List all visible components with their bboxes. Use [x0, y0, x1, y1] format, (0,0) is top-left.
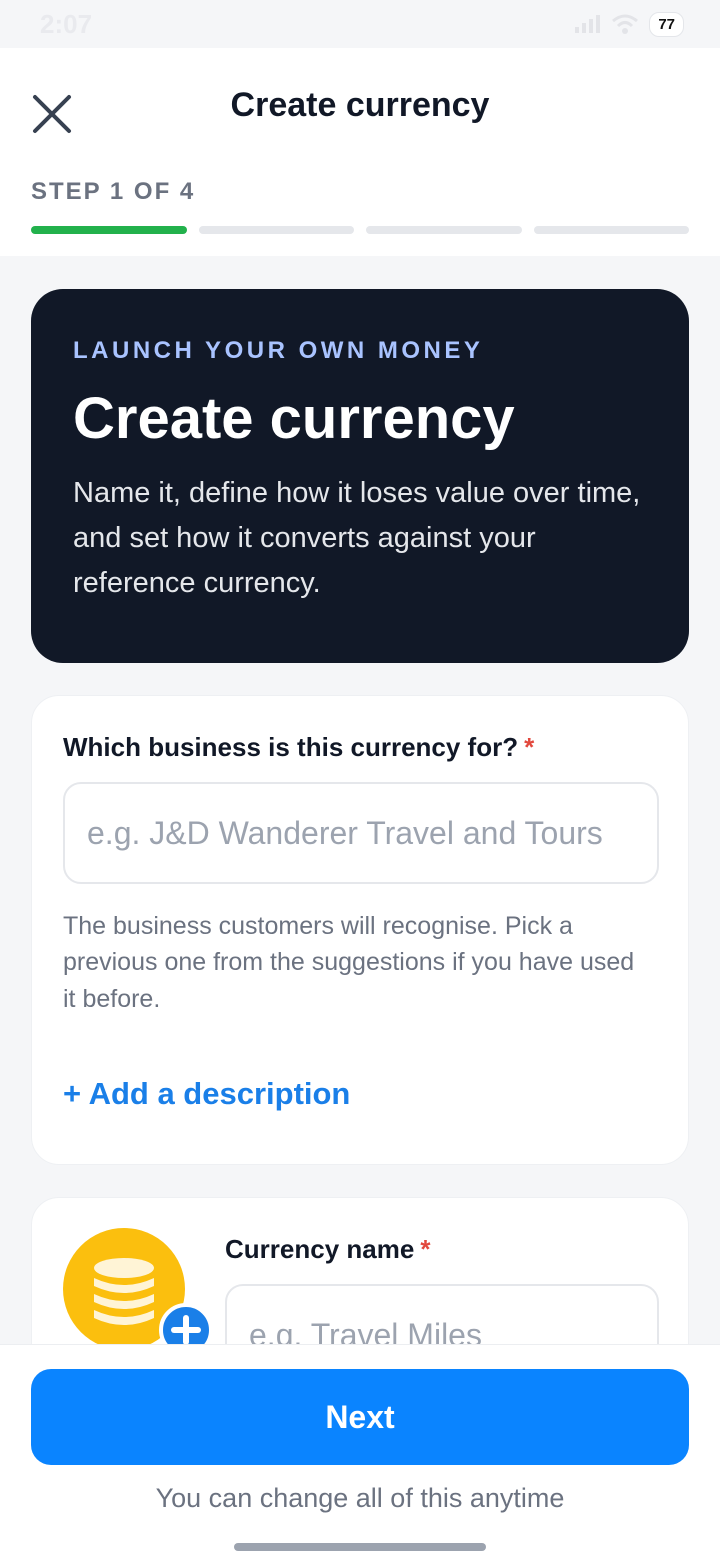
page-title: Create currency: [230, 86, 490, 124]
header: Create currency STEP 1 OF 4: [0, 48, 720, 256]
progress-segment-2: [198, 226, 354, 234]
home-indicator[interactable]: [234, 1543, 486, 1551]
currency-label-text: Currency name: [225, 1234, 415, 1264]
footer-note: You can change all of this anytime: [155, 1483, 565, 1513]
business-label-text: Which business is this currency for?: [63, 732, 519, 762]
step-progress: [31, 226, 689, 234]
next-button[interactable]: Next: [31, 1369, 689, 1465]
battery-icon: 77: [649, 11, 684, 37]
hero-eyebrow: LAUNCH YOUR OWN MONEY: [73, 337, 484, 364]
signal-icon: [575, 15, 601, 33]
status-time: 2:07: [40, 8, 93, 39]
business-field-label: Which business is this currency for? *: [63, 732, 534, 763]
required-mark: *: [420, 1234, 431, 1264]
progress-segment-4: [533, 226, 689, 234]
business-input-placeholder: e.g. J&D Wanderer Travel and Tours: [87, 814, 603, 851]
add-description-link[interactable]: + Add a description: [63, 1076, 350, 1112]
wifi-icon: [612, 14, 639, 34]
business-input[interactable]: e.g. J&D Wanderer Travel and Tours: [63, 782, 659, 884]
hero-description: Name it, define how it loses value over …: [73, 476, 641, 599]
status-icons: 77: [573, 11, 684, 37]
status-bar: 2:07 77: [0, 0, 720, 48]
progress-segment-1: [31, 226, 187, 234]
hero-title: Create currency: [73, 386, 515, 451]
business-card: Which business is this currency for? * e.…: [31, 695, 689, 1165]
progress-segment-3: [366, 226, 522, 234]
step-indicator-label: STEP 1 OF 4: [31, 178, 196, 205]
business-helper-text: The business customers will recognise. P…: [63, 912, 635, 1013]
currency-name-label: Currency name *: [225, 1234, 430, 1265]
required-mark: *: [524, 732, 535, 762]
hero-card: LAUNCH YOUR OWN MONEY Create currency Na…: [31, 289, 689, 663]
footer: Next You can change all of this anytime: [0, 1344, 720, 1560]
